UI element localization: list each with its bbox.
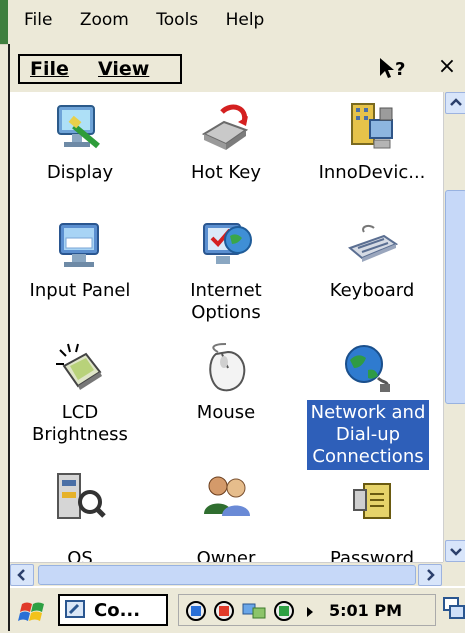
input-panel-icon (52, 218, 108, 274)
hot-key-icon (198, 100, 254, 156)
host-menu-zoom[interactable]: Zoom (80, 10, 129, 30)
item-label: Keyboard (329, 280, 415, 301)
close-button[interactable]: × (434, 54, 460, 80)
item-label: Mouse (196, 402, 256, 423)
control-panel-icon (64, 599, 88, 625)
host-menu: File Zoom Tools Help (24, 10, 286, 30)
tray-network-icon[interactable] (241, 600, 267, 626)
internet-options-icon (198, 218, 254, 274)
menu-view-label: View (98, 58, 150, 80)
item-internet-options[interactable]: Internet Options (156, 218, 296, 328)
tray-status-icon[interactable] (213, 600, 235, 626)
show-desktop-icon[interactable] (442, 596, 465, 622)
command-bar: File View ? × (10, 44, 465, 92)
item-input-panel[interactable]: Input Panel (10, 218, 150, 328)
scroll-left-button[interactable] (10, 564, 34, 586)
item-label: Display (46, 162, 114, 183)
scroll-right-button[interactable] (418, 564, 442, 586)
item-mouse[interactable]: Mouse (156, 340, 296, 450)
host-edge-bar (0, 0, 8, 44)
display-icon (52, 100, 108, 156)
item-label-line: Internet (190, 280, 262, 301)
taskbar-task-label: Co... (94, 600, 141, 621)
horizontal-scrollbar[interactable] (10, 562, 443, 587)
item-label: OS (67, 548, 93, 562)
owner-icon (198, 470, 254, 526)
item-label-line: Options (191, 302, 261, 323)
system-tray: 5:01 PM (178, 594, 436, 626)
item-innodevice[interactable]: InnoDevic... (302, 100, 442, 200)
menu-box: File View (18, 54, 182, 84)
os-icon (52, 470, 108, 526)
menu-file[interactable]: File (30, 58, 69, 80)
host-menu-file[interactable]: File (24, 10, 52, 30)
scroll-up-button[interactable] (445, 92, 465, 114)
item-label: Hot Key (191, 162, 261, 183)
horizontal-scroll-thumb[interactable] (38, 565, 416, 585)
vertical-scrollbar[interactable] (443, 92, 465, 562)
innodevice-icon (344, 100, 400, 156)
menu-file-label: File (30, 58, 69, 80)
item-label-line: Dial-up (335, 424, 401, 445)
help-arrow-icon[interactable]: ? (378, 56, 412, 82)
item-label-line: LCD (61, 402, 99, 423)
item-label-line: Connections (312, 446, 424, 467)
clock[interactable]: 5:01 PM (329, 601, 402, 620)
tray-status-icon[interactable] (185, 600, 207, 626)
item-password[interactable]: Password (302, 470, 442, 562)
item-network-dialup[interactable]: Network and Dial-up Connections (294, 340, 442, 471)
host-menubar: File Zoom Tools Help (0, 0, 465, 45)
item-label: Input Panel (29, 280, 131, 301)
taskbar-task-control-panel[interactable]: Co... (58, 594, 168, 626)
item-owner[interactable]: Owner (156, 470, 296, 562)
scroll-down-button[interactable] (445, 540, 465, 562)
vertical-scroll-thumb[interactable] (445, 190, 465, 404)
item-label-line: Network and (310, 402, 426, 423)
tray-status-icon[interactable] (273, 600, 295, 626)
item-os[interactable]: OS (10, 470, 150, 562)
item-keyboard[interactable]: Keyboard (302, 218, 442, 328)
start-windows-flag-icon[interactable] (18, 598, 48, 626)
host-menu-help[interactable]: Help (226, 10, 265, 30)
item-label: Owner (196, 548, 256, 562)
item-display[interactable]: Display (10, 100, 150, 200)
svg-text:?: ? (395, 59, 405, 80)
network-icon (340, 340, 396, 396)
host-menu-tools[interactable]: Tools (156, 10, 198, 30)
keyboard-icon (344, 218, 400, 274)
control-panel-list: Display Hot Key InnoDevic... Input Panel… (10, 92, 443, 562)
selected-label: Network and Dial-up Connections (305, 399, 431, 471)
item-label: InnoDevic... (318, 162, 426, 183)
lcd-brightness-icon (52, 340, 108, 396)
item-label-line: Brightness (32, 424, 128, 445)
mouse-icon (198, 340, 254, 396)
menu-view[interactable]: View (98, 58, 149, 80)
device-screen: File View ? × Display Hot Key InnoDevic.… (8, 44, 465, 633)
tray-arrow-icon[interactable] (305, 604, 315, 623)
item-lcd-brightness[interactable]: LCD Brightness (10, 340, 150, 450)
password-icon (344, 470, 400, 526)
item-label: Password (329, 548, 415, 562)
taskbar: Co... 5:01 PM (10, 586, 465, 633)
item-hot-key[interactable]: Hot Key (156, 100, 296, 200)
size-grip (443, 562, 465, 586)
